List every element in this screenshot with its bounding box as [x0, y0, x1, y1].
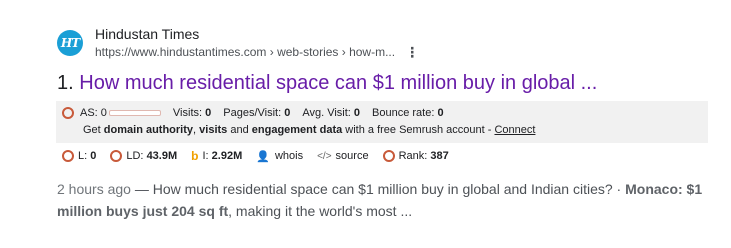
stat-ld[interactable]: LD: 43.9M: [110, 150, 177, 162]
result-title-link[interactable]: How much residential space can $1 millio…: [79, 72, 597, 94]
snippet-date: 2 hours ago: [57, 181, 131, 197]
code-icon: </>: [317, 150, 332, 162]
as-label: AS:: [80, 107, 98, 119]
person-icon: 👤: [256, 150, 270, 163]
connect-link[interactable]: Connect: [494, 124, 535, 136]
avg-visit-metric: Avg. Visit: 0: [302, 107, 361, 119]
semrush-circle-icon: [382, 150, 395, 162]
stat-l[interactable]: L: 0: [62, 150, 96, 162]
semrush-panel: AS: 0 Visits: 0 Pages/Visit: 0 Avg. Visi…: [56, 101, 708, 143]
ht-favicon-icon[interactable]: HT: [57, 30, 83, 56]
semrush-promo: Get domain authority, visits and engagem…: [83, 124, 536, 136]
bing-icon: b: [191, 149, 199, 163]
result-title: 1. How much residential space can $1 mil…: [57, 70, 597, 96]
more-vert-icon[interactable]: ⋮: [405, 45, 419, 59]
as-value: 0: [100, 107, 107, 119]
snippet-text: — How much residential space can $1 mill…: [130, 181, 626, 197]
stat-rank[interactable]: Rank: 387: [382, 150, 449, 162]
visits-metric: Visits: 0: [172, 107, 212, 119]
whois-link[interactable]: 👤 whois: [256, 150, 303, 163]
result-site-header: HT Hindustan Times https://www.hindustan…: [57, 25, 419, 61]
as-progress-bar: [108, 110, 161, 116]
site-info: Hindustan Times https://www.hindustantim…: [95, 25, 419, 61]
semrush-metrics-row: AS: 0 Visits: 0 Pages/Visit: 0 Avg. Visi…: [62, 107, 456, 119]
site-url[interactable]: https://www.hindustantimes.com › web-sto…: [95, 43, 395, 61]
site-name[interactable]: Hindustan Times: [95, 25, 419, 43]
semrush-circle-icon: [62, 107, 74, 119]
site-url-row: https://www.hindustantimes.com › web-sto…: [95, 43, 419, 61]
bounce-rate-metric: Bounce rate: 0: [372, 107, 444, 119]
result-number: 1.: [57, 72, 74, 94]
stat-i[interactable]: b I: 2.92M: [191, 149, 242, 163]
pages-visit-metric: Pages/Visit: 0: [223, 107, 291, 119]
source-link[interactable]: </> source: [317, 150, 369, 162]
semrush-stats-row: L: 0 LD: 43.9M b I: 2.92M 👤 whois </> sourc…: [62, 149, 463, 163]
semrush-circle-icon: [62, 150, 74, 162]
semrush-circle-icon: [110, 150, 123, 162]
result-snippet: 2 hours ago — How much residential space…: [57, 178, 717, 222]
snippet-text-end: , making it the world's most ...: [228, 203, 413, 219]
